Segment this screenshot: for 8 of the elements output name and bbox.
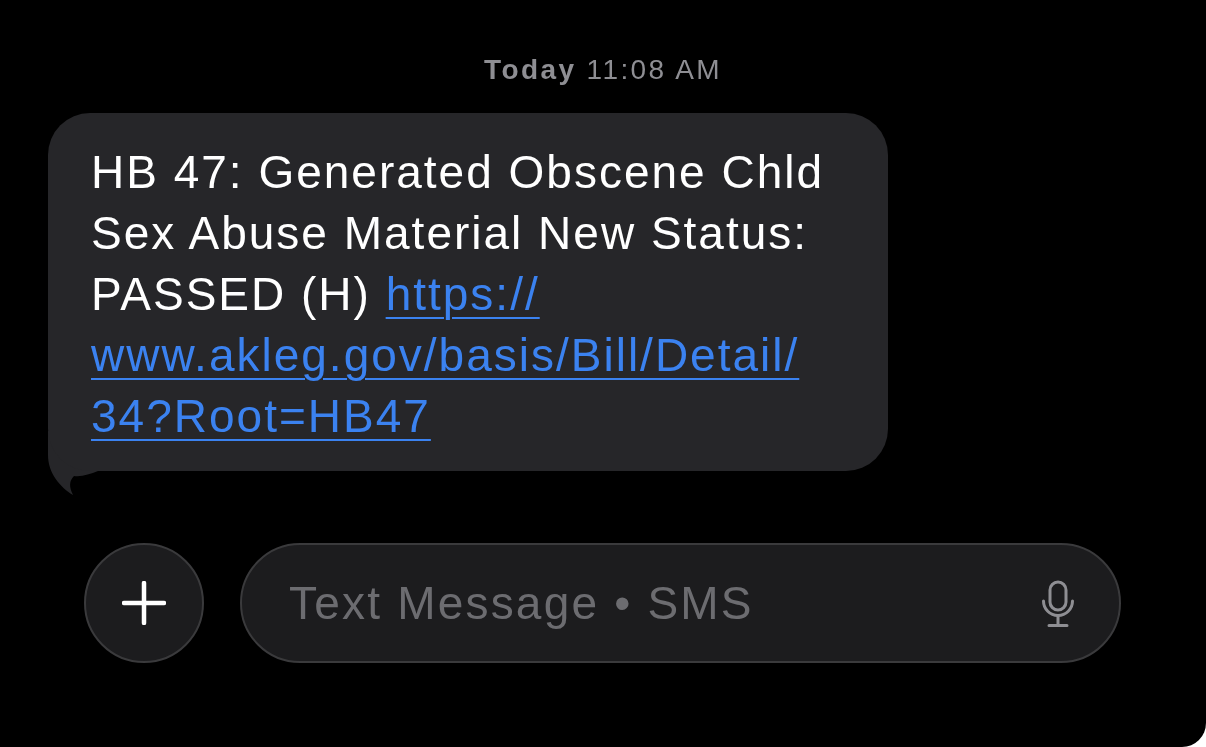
message-link[interactable]: www.akleg.gov/basis/Bill/Detail/ [91,329,800,381]
message-link[interactable]: https:// [385,268,540,320]
message-timestamp: Today 11:08 AM [484,54,722,86]
microphone-icon[interactable] [1041,580,1075,628]
message-link[interactable]: 34?Root=HB47 [91,390,431,442]
message-input-field[interactable]: Text Message • SMS [240,543,1121,663]
plus-icon [122,581,166,625]
message-text: HB 47: Generated Obscene Chld Sex Abuse Material New Status: PASSED (H) https:// www.akleg.gov/basis/Bill/Detail/ 34?Root=HB47 [91,145,826,444]
